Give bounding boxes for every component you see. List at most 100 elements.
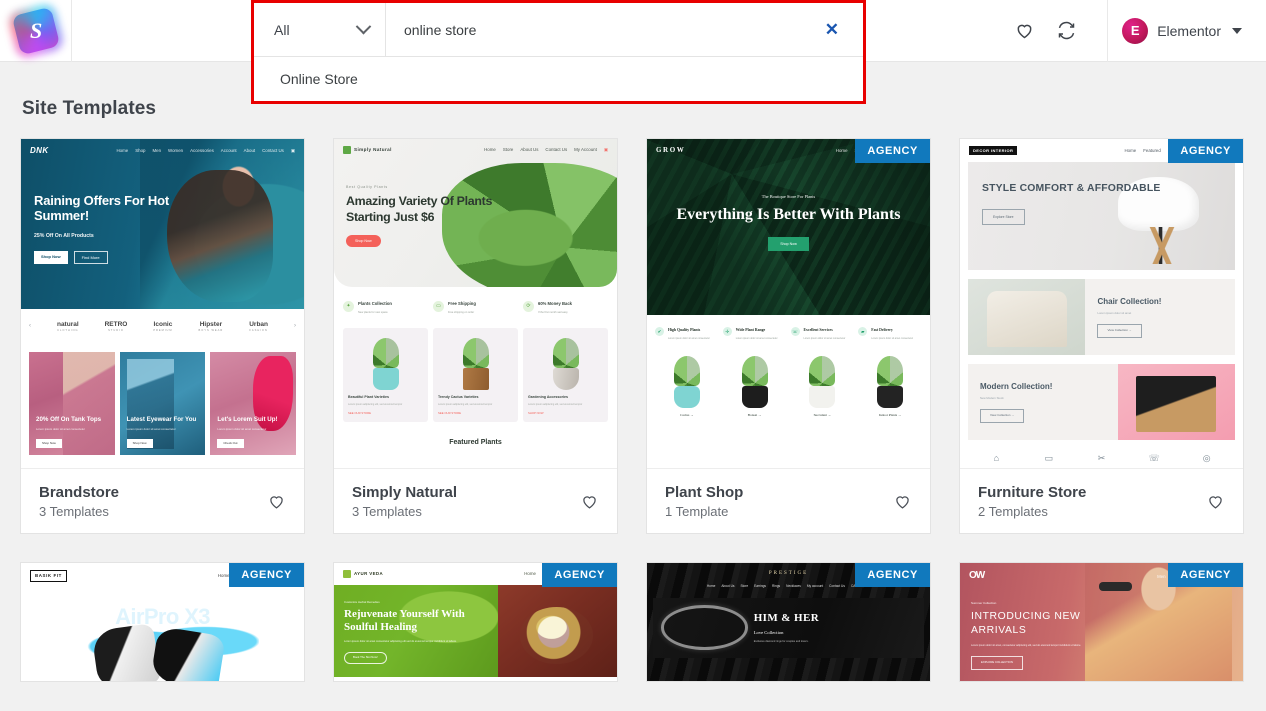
brand-logo: natural CLOTHING: [56, 321, 79, 333]
nav-link: Home: [706, 583, 716, 588]
cart-icon: ▣: [290, 148, 295, 154]
account-menu[interactable]: E Elementor: [1122, 17, 1266, 44]
search-suggestion-item[interactable]: Online Store: [254, 57, 863, 101]
feature-title: High Quality Plants: [668, 328, 701, 332]
feature-title: Plants Collection: [358, 301, 392, 306]
preview-hero: AirPro X3: [21, 588, 304, 681]
search-category-select[interactable]: All: [254, 3, 386, 56]
feature-item: ✢ Wide Plant Range Lorem ipsum dolor sit …: [722, 327, 787, 340]
preview-hero: Customize Herbal Remedies Rejuvenate You…: [334, 585, 617, 677]
feature-item: ☏ Excellent Services Lorem ipsum dolor si…: [790, 327, 855, 340]
search-category-value: All: [274, 21, 290, 38]
card-subtitle: 2 Templates: [978, 503, 1048, 519]
logo-icon: [343, 146, 351, 154]
feature-title: Fast Delivery: [871, 328, 893, 332]
template-card-sportswear[interactable]: AGENCY BASIK FIT Home Shop My Account Ab…: [20, 562, 305, 682]
app-header: S E Elementor All online store ✕ Online …: [0, 0, 1266, 104]
product-card: Trendy Cactus Varieties Lorem ipsum adip…: [433, 328, 518, 423]
template-card-ayurveda[interactable]: AGENCY AYUR VEDA Home About Us Shop My A…: [333, 562, 618, 682]
search-input[interactable]: online store: [404, 22, 819, 38]
product-image: [523, 328, 608, 391]
template-card-jewelry[interactable]: AGENCY PRESTIGE Home About Us Store Earr…: [646, 562, 931, 682]
product-card: Gardening Accessories Lorem ipsum adipis…: [523, 328, 608, 423]
collection-section: Chair Collection! Lorem ipsum dolor sit …: [968, 279, 1235, 355]
favorite-button[interactable]: [267, 492, 286, 511]
nav-link: Home: [217, 573, 230, 578]
section-image: [1117, 364, 1235, 440]
feature-item: ✦ Plants Collection New plants for new s…: [343, 301, 428, 314]
preview-brand: DNK: [30, 146, 49, 155]
template-card-simply-natural[interactable]: Simply Natural Home Store About Us Conta…: [333, 138, 618, 534]
nav-link: My account: [806, 583, 824, 588]
promo-button: Shop Now: [36, 438, 62, 449]
category-row: Cactus → Bonsai → Succulent → Indoor Pla…: [647, 352, 930, 432]
nav-link: Home: [835, 147, 848, 153]
service-item: ⌂ 8 Years Experience: [970, 453, 1023, 469]
template-grid: DNK Home Shop Men Women Accessories Acco…: [20, 138, 1246, 682]
service-label: 8 Years Experience: [970, 468, 1023, 469]
favorite-button[interactable]: [1206, 492, 1225, 511]
brand-logo: Iconic PREMIUM: [153, 321, 173, 333]
hero-buttons: Shop Now Find More: [34, 251, 179, 265]
category-item: Indoor Plants →: [858, 358, 922, 417]
card-subtitle: 1 Template: [665, 503, 729, 519]
preview-hero: HIM & HER Love Collection Exclusive diam…: [653, 597, 924, 658]
card-subtitle: 3 Templates: [352, 503, 422, 519]
card-title: Furniture Store: [978, 483, 1087, 501]
installation-icon: ✂: [1097, 453, 1106, 463]
agency-badge: AGENCY: [1168, 139, 1243, 163]
template-card-fashion[interactable]: AGENCY OW Men Page Lookbook About Us: [959, 562, 1244, 682]
service-item: ▭ Flexible Delivery: [1023, 453, 1076, 468]
brand-logo-icon: S: [11, 6, 60, 55]
preview-nav-links: Home Store About Us Contact Us My Accoun…: [484, 147, 608, 153]
nav-link: Men: [152, 148, 162, 154]
heart-outline-icon: [1209, 495, 1222, 509]
nav-link: Featured: [1143, 147, 1161, 153]
service-label: Free Installation: [1075, 468, 1128, 469]
nav-link: Contact Us: [262, 148, 284, 154]
shipping-icon: ▭: [433, 301, 444, 312]
feature-row: ✦ Plants Collection New plants for new s…: [334, 287, 617, 324]
feature-item: ▭ Free Shipping Free shipping on order: [433, 301, 518, 314]
hero-text: Summer Collection INTRODUCING NEW ARRIVA…: [960, 590, 1135, 670]
avatar: E: [1122, 17, 1149, 44]
template-card-furniture-store[interactable]: AGENCY DECOR INTERIOR Home Featured Sofa…: [959, 138, 1244, 534]
category-label: Cactus →: [680, 413, 694, 418]
section-title: Chair Collection!: [1097, 297, 1162, 306]
category-label: Indoor Plants →: [878, 413, 902, 418]
feature-item: ▰ Fast Delivery Lorem ipsum dolor sit ame…: [858, 327, 922, 340]
section-image: [968, 279, 1086, 355]
product-desc: Lorem ipsum adipiscing elit, sed eiusmod…: [438, 402, 493, 406]
next-arrow-icon: ›: [293, 322, 296, 329]
preview-brand: PRESTIGE: [768, 571, 809, 576]
agency-badge: AGENCY: [229, 563, 304, 587]
search-field[interactable]: online store ✕: [386, 3, 863, 56]
feature-item: ✔ High Quality Plants Lorem ipsum dolor s…: [655, 327, 719, 340]
clear-search-icon[interactable]: ✕: [819, 21, 845, 38]
experience-icon: ⌂: [993, 453, 1000, 463]
template-card-brandstore[interactable]: DNK Home Shop Men Women Accessories Acco…: [20, 138, 305, 534]
sync-button[interactable]: [1045, 0, 1087, 62]
hero-cta-button: Book The Slot Now!: [344, 652, 387, 664]
ring-image: [661, 605, 748, 650]
card-footer: Furniture Store 2 Templates: [960, 469, 1243, 533]
brand-logos-row: ‹ natural CLOTHING RETRO STUDIO Iconic PREM…: [21, 309, 304, 345]
template-preview: Simply Natural Home Store About Us Conta…: [334, 139, 617, 469]
favorite-button[interactable]: [580, 492, 599, 511]
product-image: [433, 328, 518, 391]
feature-desc: Lorem ipsum dolor sit amet consectetur: [803, 336, 846, 340]
template-card-plant-shop[interactable]: AGENCY GROW Home Shop About Us Testimoni…: [646, 138, 931, 534]
hero-headline: HIM & HER: [753, 611, 820, 624]
section-button: View Collection →: [980, 409, 1025, 424]
service-label: After Sales Support: [1128, 468, 1181, 469]
logo-icon: [343, 570, 351, 578]
hero-text: The Boutique Store For Plants Everything…: [647, 162, 930, 252]
agency-badge: AGENCY: [855, 563, 930, 587]
nav-link: Home: [524, 571, 536, 577]
favorites-button[interactable]: [1003, 0, 1045, 62]
app-logo[interactable]: S: [0, 0, 72, 62]
favorite-button[interactable]: [893, 492, 912, 511]
service-item: ☏ After Sales Support: [1128, 453, 1181, 469]
nav-link: Earrings: [754, 583, 766, 588]
preview-nav: Simply Natural Home Store About Us Conta…: [334, 139, 617, 161]
